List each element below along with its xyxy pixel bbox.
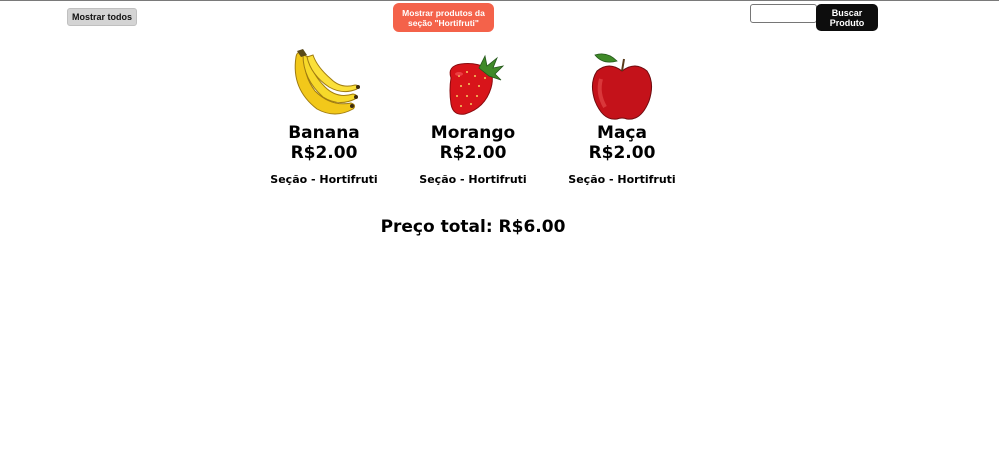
product-name: Maça [597, 123, 647, 143]
product-section: Seção - Hortifruti [419, 173, 527, 186]
show-hortifruti-section-button[interactable]: Mostrar produtos da seção "Hortifruti" [393, 3, 494, 32]
product-section: Seção - Hortifruti [270, 173, 378, 186]
product-name: Morango [430, 123, 516, 143]
product-card-banana: Banana R$2.00 Seção - Hortifruti [254, 49, 394, 187]
product-price: R$2.00 [588, 143, 656, 163]
show-all-button[interactable]: Mostrar todos [67, 8, 137, 26]
product-price: R$2.00 [290, 143, 358, 163]
strawberry-image [403, 49, 543, 123]
product-price: R$2.00 [439, 143, 507, 163]
total-price: Preço total: R$6.00 [380, 217, 566, 237]
search-input[interactable] [750, 4, 817, 23]
product-card-morango: Morango R$2.00 Seção - Hortifruti [403, 49, 543, 187]
product-section: Seção - Hortifruti [568, 173, 676, 186]
product-card-maca: Maça R$2.00 Seção - Hortifruti [552, 49, 692, 187]
search-product-button[interactable]: Buscar Produto [816, 4, 878, 31]
apple-image [552, 49, 692, 123]
banana-image [254, 49, 394, 123]
product-name: Banana [288, 123, 360, 143]
